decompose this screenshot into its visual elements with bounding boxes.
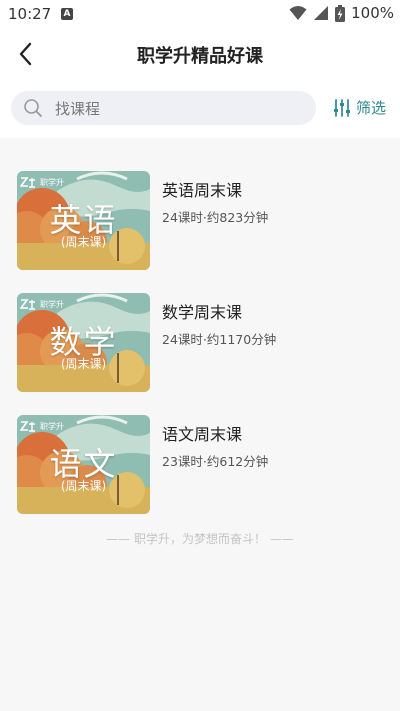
zxs-logo-icon — [20, 177, 35, 188]
status-time: 10:27 — [8, 5, 52, 23]
chevron-left-icon — [19, 42, 32, 66]
page-title: 职学升精品好课 — [137, 46, 263, 67]
zxs-logo-icon — [20, 299, 35, 310]
course-item-english[interactable]: 职学升 英语 (周末课) 英语周末课 24课时·约823分钟 — [0, 171, 400, 275]
back-button[interactable] — [14, 40, 40, 68]
sliders-icon — [334, 98, 350, 117]
course-meta: 24课时·约823分钟 — [162, 210, 269, 225]
course-title: 数学周末课 — [162, 303, 243, 322]
thumbnail-brand: 职学升 — [20, 298, 64, 310]
battery-charging-icon — [335, 4, 346, 22]
course-meta: 23课时·约612分钟 — [162, 454, 269, 469]
wifi-icon — [289, 6, 307, 20]
thumbnail-tag: (周末课) — [60, 479, 107, 493]
search-row: 筛选 — [0, 80, 400, 138]
thumbnail-tag: (周末课) — [60, 235, 107, 249]
notification-a-icon: A — [61, 8, 73, 20]
filter-label: 筛选 — [356, 99, 387, 117]
search-box[interactable] — [11, 91, 316, 127]
header: 职学升精品好课 — [0, 28, 400, 80]
course-item-math[interactable]: 职学升 数学 (周末课) 数学周末课 24课时·约1170分钟 — [0, 293, 400, 397]
thumbnail-tag: (周末课) — [60, 357, 107, 371]
search-icon — [24, 99, 42, 117]
status-indicators: 100% — [289, 4, 394, 22]
battery-percent: 100% — [351, 4, 394, 22]
search-input[interactable] — [53, 91, 307, 127]
signal-icon — [314, 6, 329, 20]
course-title: 语文周末课 — [162, 425, 243, 444]
course-title: 英语周末课 — [162, 181, 243, 200]
course-item-chinese[interactable]: 职学升 语文 (周末课) 语文周末课 23课时·约612分钟 — [0, 415, 400, 519]
course-meta: 24课时·约1170分钟 — [162, 332, 277, 347]
status-bar: 10:27 A 100% — [0, 0, 400, 28]
course-thumbnail: 职学升 英语 (周末课) — [17, 171, 150, 270]
zxs-logo-icon — [20, 421, 35, 432]
thumbnail-brand: 职学升 — [20, 420, 64, 432]
footer-slogan: —— 职学升，为梦想而奋斗！ —— — [106, 532, 294, 546]
course-thumbnail: 职学升 数学 (周末课) — [17, 293, 150, 392]
filter-button[interactable]: 筛选 — [332, 97, 386, 118]
course-thumbnail: 职学升 语文 (周末课) — [17, 415, 150, 514]
thumbnail-brand: 职学升 — [20, 176, 64, 188]
